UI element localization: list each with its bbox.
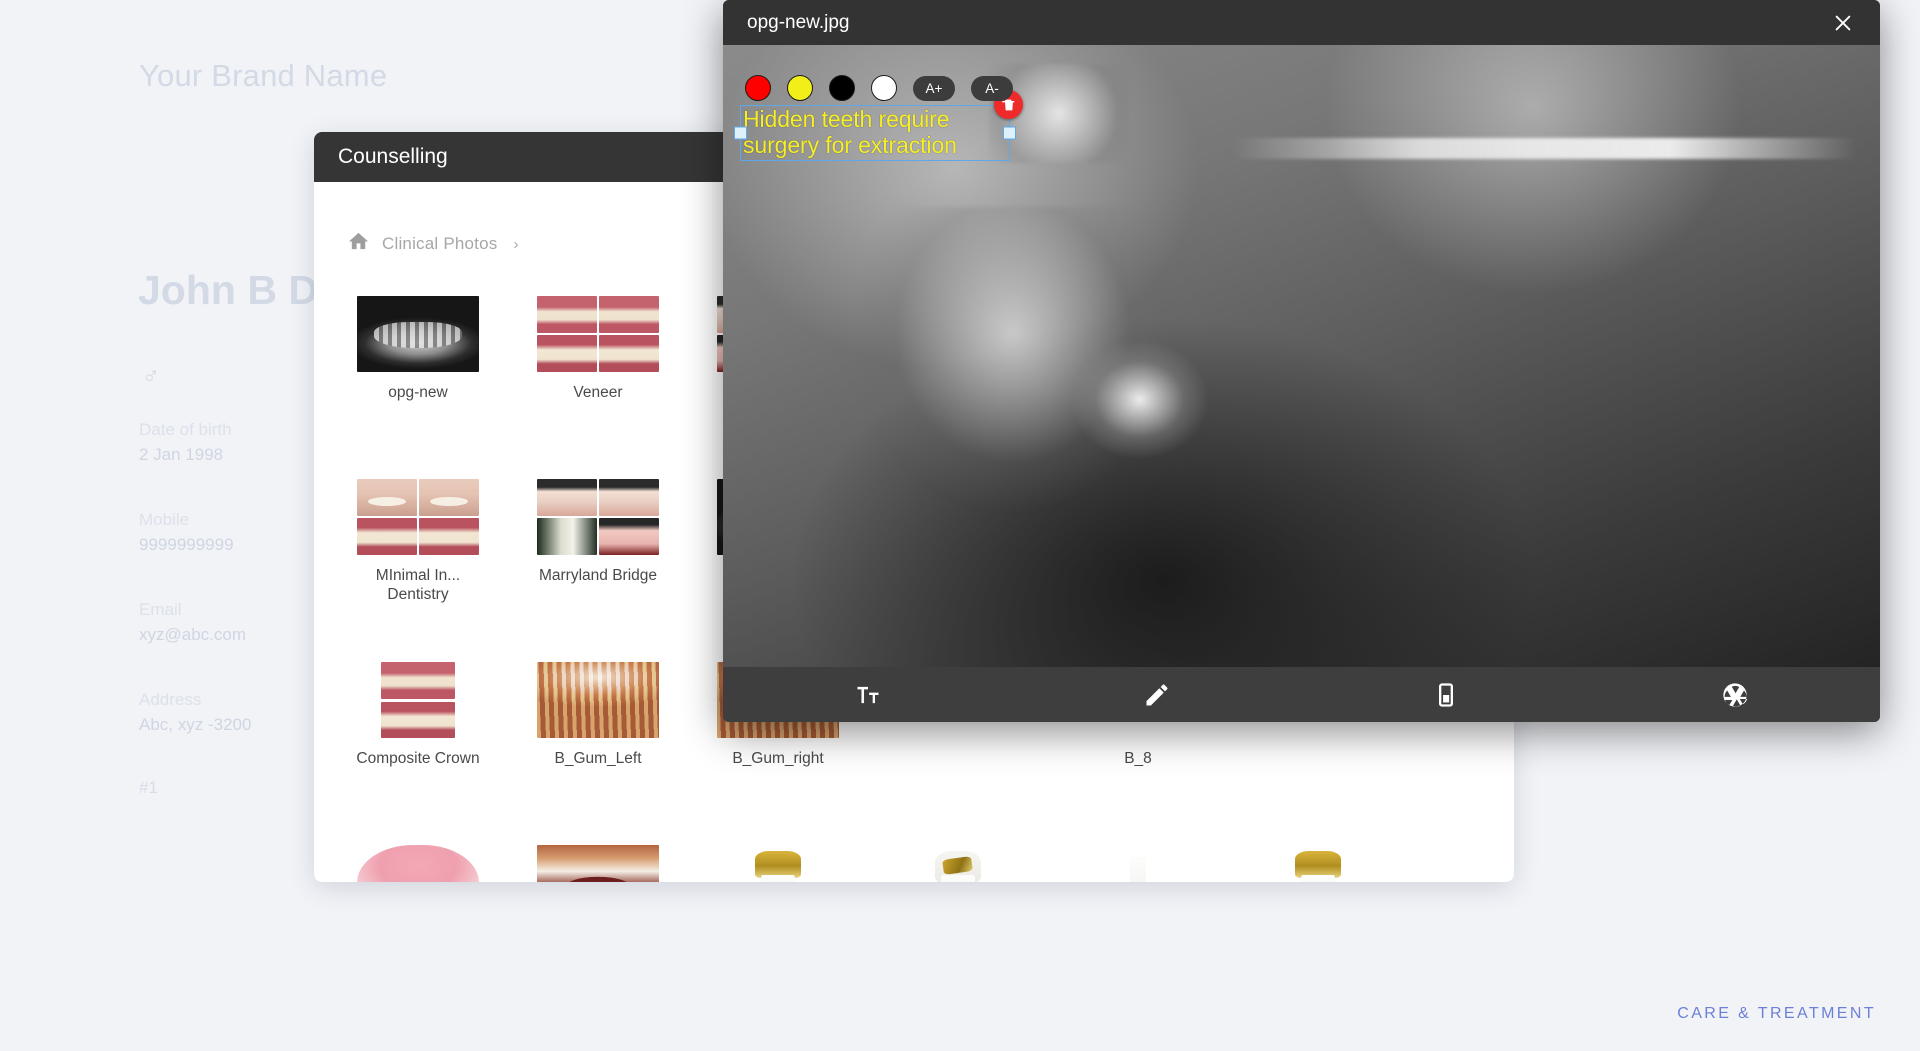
patient-field-value: xyz@abc.com [139,624,247,644]
thumbnail-label: Veneer [573,384,623,401]
thumbnail-image [1077,845,1199,882]
thumbnail-label: Marryland Bridge [538,567,658,584]
tooth-gold-crown-icon [755,851,801,882]
patient-field-label: Address [139,690,202,709]
thumbnail-image [537,479,659,555]
thumbnail-item[interactable] [688,837,868,882]
patient-field-label: Mobile [139,510,190,529]
patient-field-label: Email [139,600,182,619]
viewer-header: opg-new.jpg [723,0,1880,45]
patient-field-email: Email xyz@abc.com [139,598,246,647]
thumbnail-image [357,662,479,738]
thumbnail-label: B_8 [1124,750,1152,767]
patient-field-dob: Date of birth 2 Jan 1998 [139,418,232,467]
color-swatch-white[interactable] [871,75,897,101]
tooth-gold-inlay-icon [935,851,981,882]
thumbnail-image [357,296,479,372]
tooth-gold-crown-icon [1295,851,1341,882]
patient-field-value: 2 Jan 1998 [139,444,224,464]
image-viewer-dialog: opg-new.jpg A+ A- Hidden teeth require s… [723,0,1880,722]
thumbnail-image [537,845,659,882]
viewer-filename: opg-new.jpg [747,11,850,33]
app-root: Your Brand Name John B Doe ♂ Date of bir… [0,0,1920,1051]
patient-field-label: Date of birth [139,420,232,439]
patient-field-value: Abc, xyz -3200 [139,714,252,734]
text-format-icon[interactable] [723,667,1012,722]
thumbnail-label: opg-new [388,384,448,401]
color-swatch-yellow[interactable] [787,75,813,101]
text-annotation-content[interactable]: Hidden teeth require surgery for extract… [743,106,1007,159]
patient-field-value: 9999999999 [139,534,234,554]
annotation-toolbar: A+ A- [745,75,1013,101]
viewer-canvas[interactable]: A+ A- Hidden teeth require surgery for e… [723,45,1880,667]
breadcrumb-label[interactable]: Clinical Photos [382,234,497,254]
patient-record-number: #1 [139,778,158,797]
thumbnail-image [357,479,479,555]
thumbnail-image [717,845,839,882]
counselling-title: Counselling [338,145,448,168]
thumbnail-item[interactable] [328,837,508,882]
thumbnail-label: Composite Crown [356,750,480,767]
resize-handle-left[interactable] [734,126,747,140]
text-annotation[interactable]: Hidden teeth require surgery for extract… [734,90,1023,161]
thumbnail-item[interactable]: opg-new [328,288,508,471]
footer-tagline: CARE & TREATMENT [1677,1005,1876,1022]
picture-in-picture-icon[interactable] [1302,667,1591,722]
thumbnail-item[interactable] [508,837,688,882]
viewer-footer-toolbar [723,667,1880,722]
thumbnail-image [897,845,1019,882]
thumbnail-label: MInimal In... Dentistry [375,567,461,603]
font-increase-button[interactable]: A+ [913,75,955,101]
font-decrease-button[interactable]: A- [971,75,1013,101]
aperture-icon[interactable] [1591,667,1880,722]
patient-field-address: Address Abc, xyz -3200 [139,688,251,737]
male-icon: ♂ [142,363,160,390]
thumbnail-item[interactable] [1048,837,1228,882]
thumbnail-image [357,845,479,882]
thumbnail-image [1257,845,1379,882]
thumbnail-item[interactable] [868,837,1048,882]
chevron-right-icon: › [513,235,519,253]
resize-handle-right[interactable] [1003,126,1016,140]
thumbnail-item[interactable]: Veneer [508,288,688,471]
tooth-post-icon [1115,851,1161,882]
thumbnail-item[interactable]: MInimal In... Dentistry [328,471,508,654]
thumbnail-image [537,662,659,738]
thumbnail-image [537,296,659,372]
thumbnail-label: B_Gum_right [732,750,824,767]
thumbnail-item[interactable]: Composite Crown [328,654,508,837]
pencil-icon[interactable] [1012,667,1301,722]
thumbnail-item[interactable]: Marryland Bridge [508,471,688,654]
brand-name: Your Brand Name [139,58,388,93]
color-swatch-black[interactable] [829,75,855,101]
color-swatch-red[interactable] [745,75,771,101]
patient-field-mobile: Mobile 9999999999 [139,508,234,557]
thumbnail-item[interactable] [1228,837,1408,882]
thumbnail-item[interactable]: B_Gum_Left [508,654,688,837]
close-icon[interactable] [1826,6,1860,40]
bottom-action-toolbar: CARE & TREATMENT [0,901,1920,1051]
thumbnail-label: B_Gum_Left [554,750,642,767]
home-icon[interactable] [347,230,370,258]
